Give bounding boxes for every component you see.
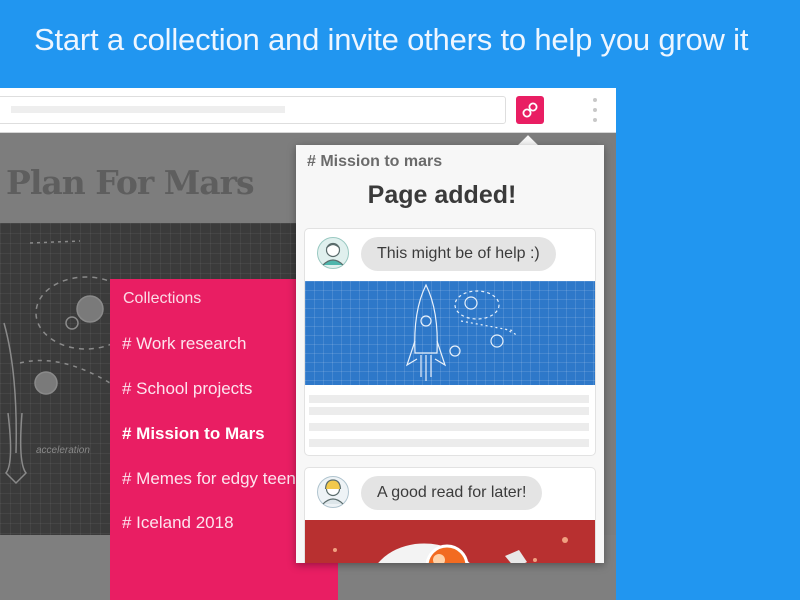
astronaut-illustration-image [305, 520, 595, 563]
page-title: Plan For Mars [6, 163, 255, 202]
text-placeholder-line [309, 439, 589, 447]
rocket-drawing [405, 283, 518, 381]
popup-title: Page added! [367, 181, 517, 209]
more-vert-icon[interactable] [590, 98, 600, 122]
extension-button[interactable] [516, 96, 544, 124]
browser-toolbar [0, 88, 616, 133]
popup-collection-tag[interactable]: # Mission to mars [307, 153, 442, 171]
comment-bubble: A good read for later! [361, 476, 543, 510]
text-placeholder-line [309, 395, 589, 403]
address-placeholder-line [11, 106, 285, 113]
comment-bubble: This might be of help :) [361, 237, 556, 271]
collection-item-iceland-2018[interactable]: # Iceland 2018 [122, 513, 234, 533]
extension-popup: # Mission to mars Page added! This might… [296, 145, 604, 563]
collection-item-mission-to-mars[interactable]: # Mission to Mars [122, 424, 265, 444]
collections-header: Collections [123, 290, 202, 307]
astronaut-drawing [305, 520, 595, 563]
user-avatar-icon [317, 237, 349, 269]
user-avatar-icon [317, 476, 349, 508]
text-placeholder-line [309, 423, 589, 431]
blueprint-annotation: acceleration [36, 445, 90, 456]
link-icon [522, 102, 538, 118]
address-bar[interactable] [0, 96, 506, 124]
collection-item-memes[interactable]: # Memes for edgy teens [122, 469, 304, 489]
shared-page-card[interactable]: A good read for later! [304, 467, 596, 563]
headline: Start a collection and invite others to … [34, 22, 749, 57]
shared-page-card[interactable]: This might be of help :) [304, 228, 596, 456]
rocket-blueprint-image [305, 281, 595, 385]
collection-item-school-projects[interactable]: # School projects [122, 379, 252, 399]
collection-item-work-research[interactable]: # Work research [122, 334, 246, 354]
text-placeholder-line [309, 407, 589, 415]
